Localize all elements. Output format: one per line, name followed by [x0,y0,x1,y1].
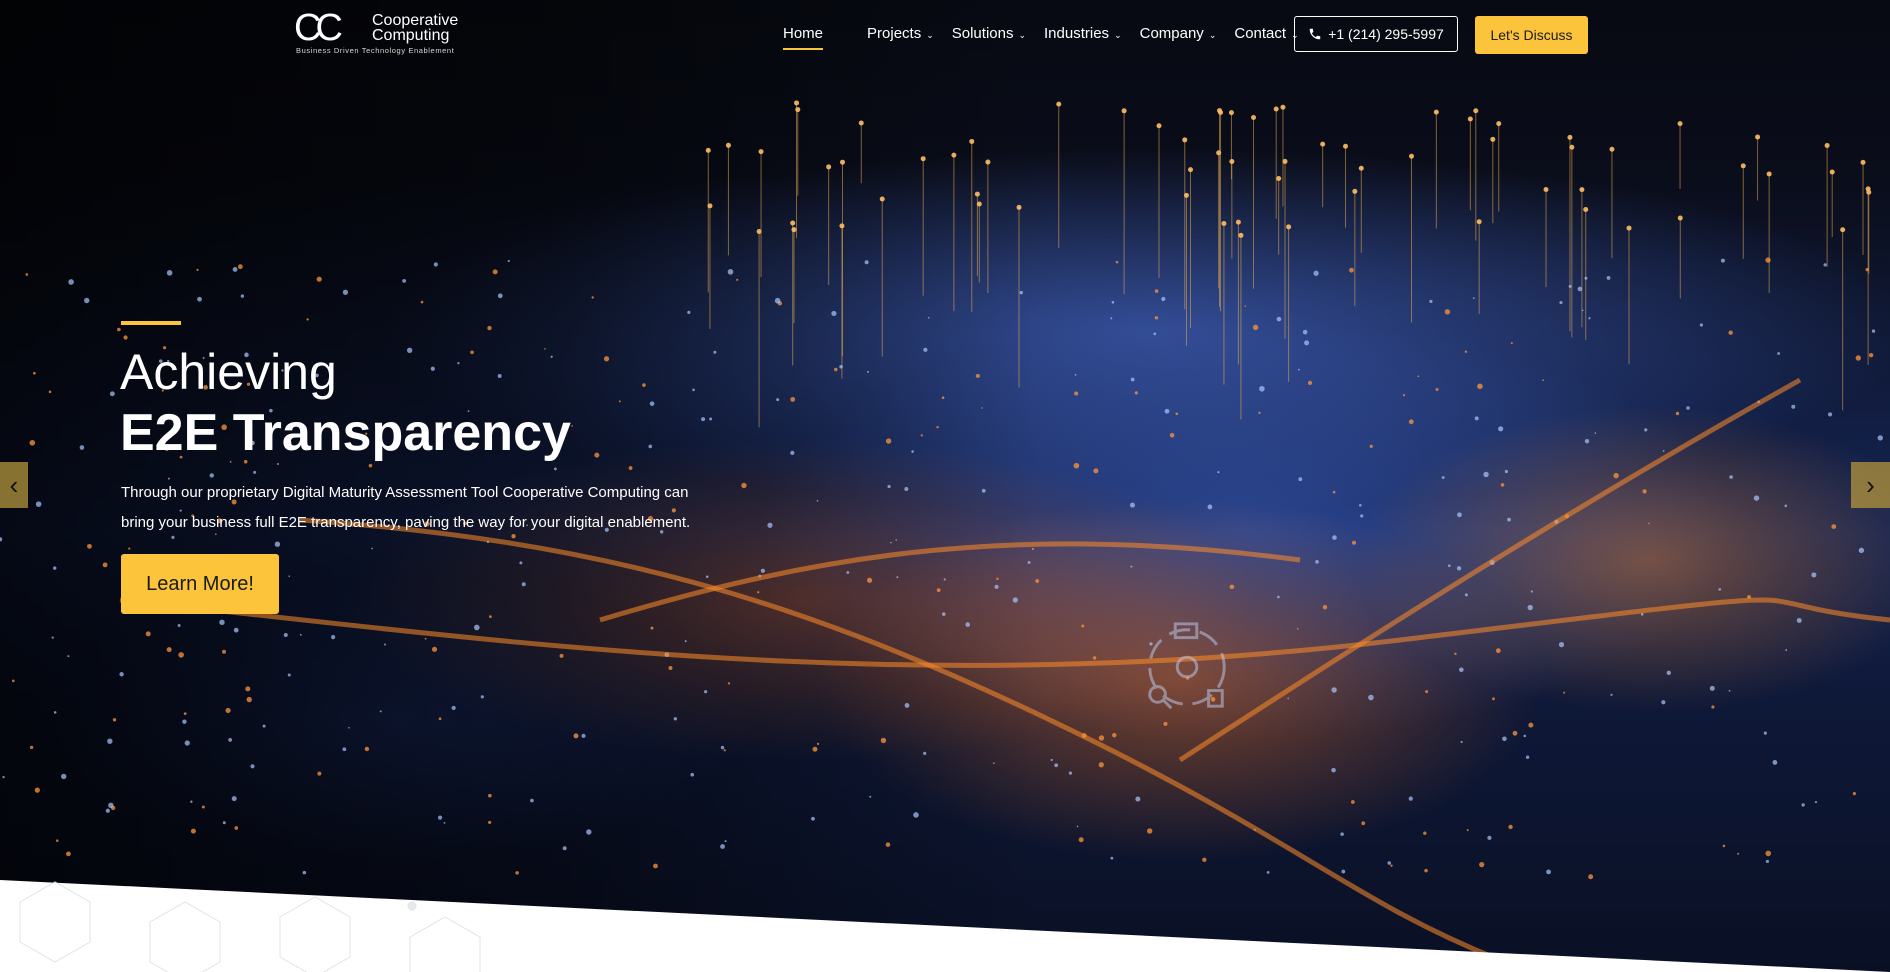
main-nav: Home Projects ⌄ Solutions ⌄ Industries ⌄… [783,25,1317,50]
phone-button[interactable]: +1 (214) 295-5997 [1294,16,1458,52]
nav-item-company[interactable]: Company ⌄ [1140,25,1217,42]
logo-name-line2: Computing [372,27,450,44]
learn-more-button[interactable]: Learn More! [121,554,279,614]
phone-number: +1 (214) 295-5997 [1328,26,1444,42]
phone-icon [1309,28,1321,40]
lets-discuss-button[interactable]: Let's Discuss [1475,16,1588,54]
nav-item-home[interactable]: Home [783,25,824,50]
process-gear-icon [1148,622,1226,710]
hero-description: Through our proprietary Digital Maturity… [121,484,691,531]
hexagon-pattern [19,881,481,972]
chevron-left-icon: ‹ [9,469,19,500]
nav-label: Home [783,25,824,42]
chevron-right-icon: › [1866,469,1875,500]
logo-name: Cooperative Computing [372,12,459,44]
site-logo[interactable]: CC Cooperative Computing Business Driven… [294,7,474,56]
nav-item-contact[interactable]: Contact ⌄ [1234,25,1298,42]
nav-label: Contact [1234,25,1287,42]
nav-item-solutions[interactable]: Solutions ⌄ [952,25,1026,42]
chevron-down-icon: ⌄ [926,30,934,40]
nav-label: Company [1139,25,1204,42]
hero-title-line1: Achieving [120,344,337,400]
nav-item-projects[interactable]: Projects ⌄ [867,25,934,42]
nav-label: Projects [867,25,922,42]
chevron-down-icon: ⌄ [1018,30,1027,40]
logo-tagline: Business Driven Technology Enablement [296,46,455,55]
logo-mark: CC [294,7,343,49]
logo-name-line1: Cooperative [372,12,459,29]
title-accent-line [121,321,181,325]
site-header: CC Cooperative Computing Business Driven… [0,0,1890,70]
chevron-down-icon: ⌄ [1114,30,1122,40]
nav-label: Solutions [951,25,1014,42]
nav-label: Industries [1044,25,1110,42]
chevron-down-icon: ⌄ [1208,30,1217,40]
slider-next-button[interactable]: › [1851,462,1890,508]
hero-title-line2: E2E Transparency [120,404,571,462]
slider-prev-button[interactable]: ‹ [0,462,28,508]
nav-item-industries[interactable]: Industries ⌄ [1044,25,1122,42]
